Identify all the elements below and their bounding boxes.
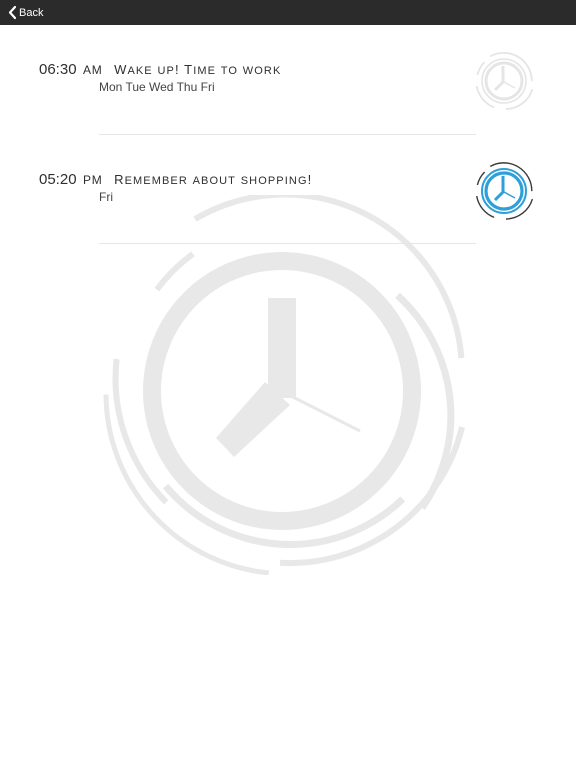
alarm-ampm: PM: [83, 173, 103, 187]
back-button[interactable]: Back: [0, 0, 49, 25]
alarm-label: Wake up! Time to work: [114, 62, 282, 77]
alarm-title: 06:30 AM Wake up! Time to work: [39, 61, 281, 79]
divider: [99, 243, 476, 244]
alarm-days: Fri: [99, 190, 113, 204]
alarm-clock-icon[interactable]: [472, 159, 536, 221]
alarm-clock-icon[interactable]: [472, 49, 536, 111]
alarm-time: 05:20: [39, 171, 77, 188]
alarm-label: Remember about shopping!: [114, 172, 313, 187]
alarm-item[interactable]: 05:20 PM Remember about shopping! Fri: [0, 135, 576, 245]
alarm-days: Mon Tue Wed Thu Fri: [99, 80, 215, 94]
divider: [99, 134, 476, 135]
chevron-left-icon: [8, 5, 17, 20]
back-label: Back: [19, 6, 44, 19]
alarm-item[interactable]: 06:30 AM Wake up! Time to work Mon Tue W…: [0, 25, 576, 135]
clock-watermark-icon: [103, 195, 465, 575]
alarm-ampm: AM: [83, 63, 103, 77]
alarm-title: 05:20 PM Remember about shopping!: [39, 171, 312, 189]
alarm-time: 06:30: [39, 61, 77, 78]
navigation-bar: Back: [0, 0, 576, 25]
